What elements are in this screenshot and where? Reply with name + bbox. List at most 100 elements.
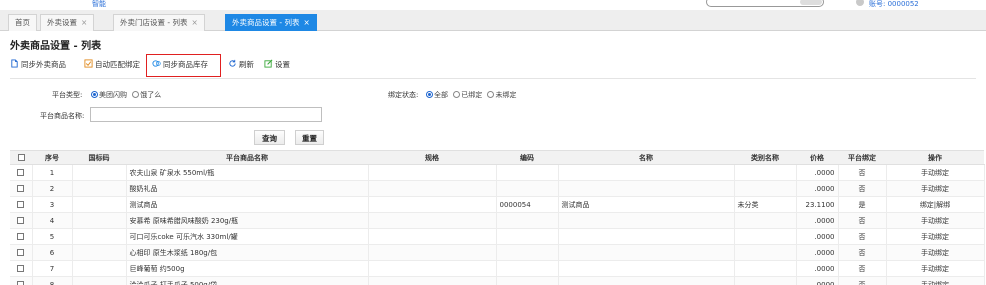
cell-platform-name: 心相印 原生木浆纸 180g/包 — [126, 244, 369, 261]
product-name-input[interactable] — [90, 107, 322, 122]
row-checkbox[interactable] — [17, 249, 25, 256]
cell-bound: 否 — [838, 276, 887, 285]
checkbox-icon — [84, 59, 93, 68]
row-checkbox[interactable] — [17, 265, 25, 272]
radio-label: 未绑定 — [495, 91, 517, 99]
row-checkbox[interactable] — [17, 201, 25, 208]
radio-label: 已绑定 — [461, 91, 483, 99]
cell-category — [734, 228, 797, 245]
cell-no: 7 — [32, 260, 73, 277]
header-select — [10, 150, 32, 165]
table-row[interactable]: 8 洽洽瓜子 打手瓜子 500g/袋 .0000 否 手动绑定 — [10, 276, 985, 285]
cell-code — [496, 212, 559, 229]
highlight-box — [146, 54, 221, 77]
cell-price: .0000 — [796, 276, 839, 285]
cell-no: 1 — [32, 164, 73, 181]
top-search-button[interactable] — [800, 0, 822, 5]
radio-label: 美团闪购 — [99, 91, 127, 99]
top-search-input[interactable] — [706, 0, 824, 7]
cell-gb-code — [72, 180, 127, 197]
cell-gb-code — [72, 164, 127, 181]
manual-bind-link[interactable]: 手动绑定 — [886, 212, 985, 229]
reset-button[interactable]: 重置 — [295, 130, 324, 145]
row-checkbox[interactable] — [17, 185, 25, 192]
cell-platform-name: 酸奶礼品 — [126, 180, 369, 197]
cell-gb-code — [72, 276, 127, 285]
cell-code — [496, 228, 559, 245]
sync-products-button[interactable]: 同步外卖商品 — [10, 58, 66, 72]
table-row[interactable]: 5 可口可乐coke 可乐汽水 330ml/罐 .0000 否 手动绑定 — [10, 228, 985, 245]
cell-price: .0000 — [796, 244, 839, 261]
tab-label: 外卖商品设置 - 列表 — [232, 18, 300, 27]
cell-name — [558, 164, 735, 181]
row-select — [10, 260, 33, 277]
cell-bound: 否 — [838, 260, 887, 277]
select-all-checkbox[interactable] — [17, 154, 25, 161]
manual-bind-link[interactable]: 手动绑定 — [886, 180, 985, 197]
cell-platform-name: 农夫山泉 矿泉水 550ml/瓶 — [126, 164, 369, 181]
radio-eleme[interactable] — [132, 91, 140, 98]
platform-type-label: 平台类型: — [52, 91, 83, 99]
header-price: 价格 — [796, 150, 838, 165]
settings-button[interactable]: 设置 — [264, 58, 290, 72]
row-select — [10, 276, 33, 285]
manual-bind-link[interactable]: 手动绑定 — [886, 228, 985, 245]
table-row[interactable]: 3 测试商品 0000054 测试商品 未分类 23.1100 是 绑定|解绑 — [10, 196, 985, 213]
manual-bind-link[interactable]: 手动绑定 — [886, 164, 985, 181]
cell-name — [558, 260, 735, 277]
cell-category — [734, 180, 797, 197]
tab-label: 首页 — [15, 18, 30, 27]
header-bound: 平台绑定 — [838, 150, 886, 165]
manual-bind-link[interactable]: 手动绑定 — [886, 244, 985, 261]
row-checkbox[interactable] — [17, 169, 25, 176]
tab-home[interactable]: 首页 — [8, 14, 37, 31]
manual-bind-link[interactable]: 绑定|解绑 — [886, 196, 985, 213]
radio-label: 饿了么 — [140, 91, 162, 99]
tab-label: 外卖设置 — [47, 18, 77, 27]
cell-price: .0000 — [796, 180, 839, 197]
radio-bound[interactable] — [453, 91, 461, 98]
button-label: 同步外卖商品 — [21, 60, 66, 69]
cell-code — [496, 276, 559, 285]
refresh-button[interactable]: 刷新 — [228, 58, 254, 72]
document-icon — [11, 59, 18, 68]
tab-takeout-settings[interactable]: 外卖设置 × — [40, 14, 95, 31]
cell-no: 3 — [32, 196, 73, 213]
table-row[interactable]: 4 安慕希 原味希腊风味酸奶 230g/瓶 .0000 否 手动绑定 — [10, 212, 985, 229]
cell-name — [558, 276, 735, 285]
cell-platform-name: 安慕希 原味希腊风味酸奶 230g/瓶 — [126, 212, 369, 229]
query-button[interactable]: 查询 — [254, 130, 285, 145]
table-row[interactable]: 6 心相印 原生木浆纸 180g/包 .0000 否 手动绑定 — [10, 244, 985, 261]
radio-all[interactable] — [426, 91, 433, 98]
cell-category — [734, 212, 797, 229]
cell-name: 测试商品 — [558, 196, 735, 213]
auto-match-button[interactable]: 自动匹配绑定 — [84, 58, 140, 72]
table-row[interactable]: 1 农夫山泉 矿泉水 550ml/瓶 .0000 否 手动绑定 — [10, 164, 985, 181]
cell-code — [496, 164, 559, 181]
close-icon[interactable]: × — [191, 18, 197, 27]
radio-unbound[interactable] — [487, 91, 495, 98]
close-icon[interactable]: × — [81, 18, 87, 27]
radio-meituan[interactable] — [91, 91, 98, 98]
row-checkbox[interactable] — [17, 281, 25, 285]
user-account-text[interactable]: 账号: 0000052 — [869, 0, 919, 9]
edit-icon — [264, 59, 273, 68]
logo-text: 智能 — [92, 0, 106, 8]
cell-price: 23.1100 — [796, 196, 839, 213]
table-row[interactable]: 2 酸奶礼品 .0000 否 手动绑定 — [10, 180, 985, 197]
close-icon[interactable]: × — [303, 18, 309, 27]
header-action: 操作 — [886, 150, 984, 165]
manual-bind-link[interactable]: 手动绑定 — [886, 260, 985, 277]
tab-product-settings[interactable]: 外卖商品设置 - 列表 × — [225, 14, 317, 31]
cell-bound: 否 — [838, 164, 887, 181]
manual-bind-link[interactable]: 手动绑定 — [886, 276, 985, 285]
bind-status-radios: 全部 已绑定 未绑定 — [426, 90, 519, 100]
tab-store-settings[interactable]: 外卖门店设置 - 列表 × — [113, 14, 205, 31]
cell-gb-code — [72, 260, 127, 277]
cell-name — [558, 180, 735, 197]
row-checkbox[interactable] — [17, 217, 25, 224]
button-label: 设置 — [275, 60, 290, 69]
row-checkbox[interactable] — [17, 233, 25, 240]
table-row[interactable]: 7 巨峰葡萄 约500g .0000 否 手动绑定 — [10, 260, 985, 277]
cell-name — [558, 212, 735, 229]
